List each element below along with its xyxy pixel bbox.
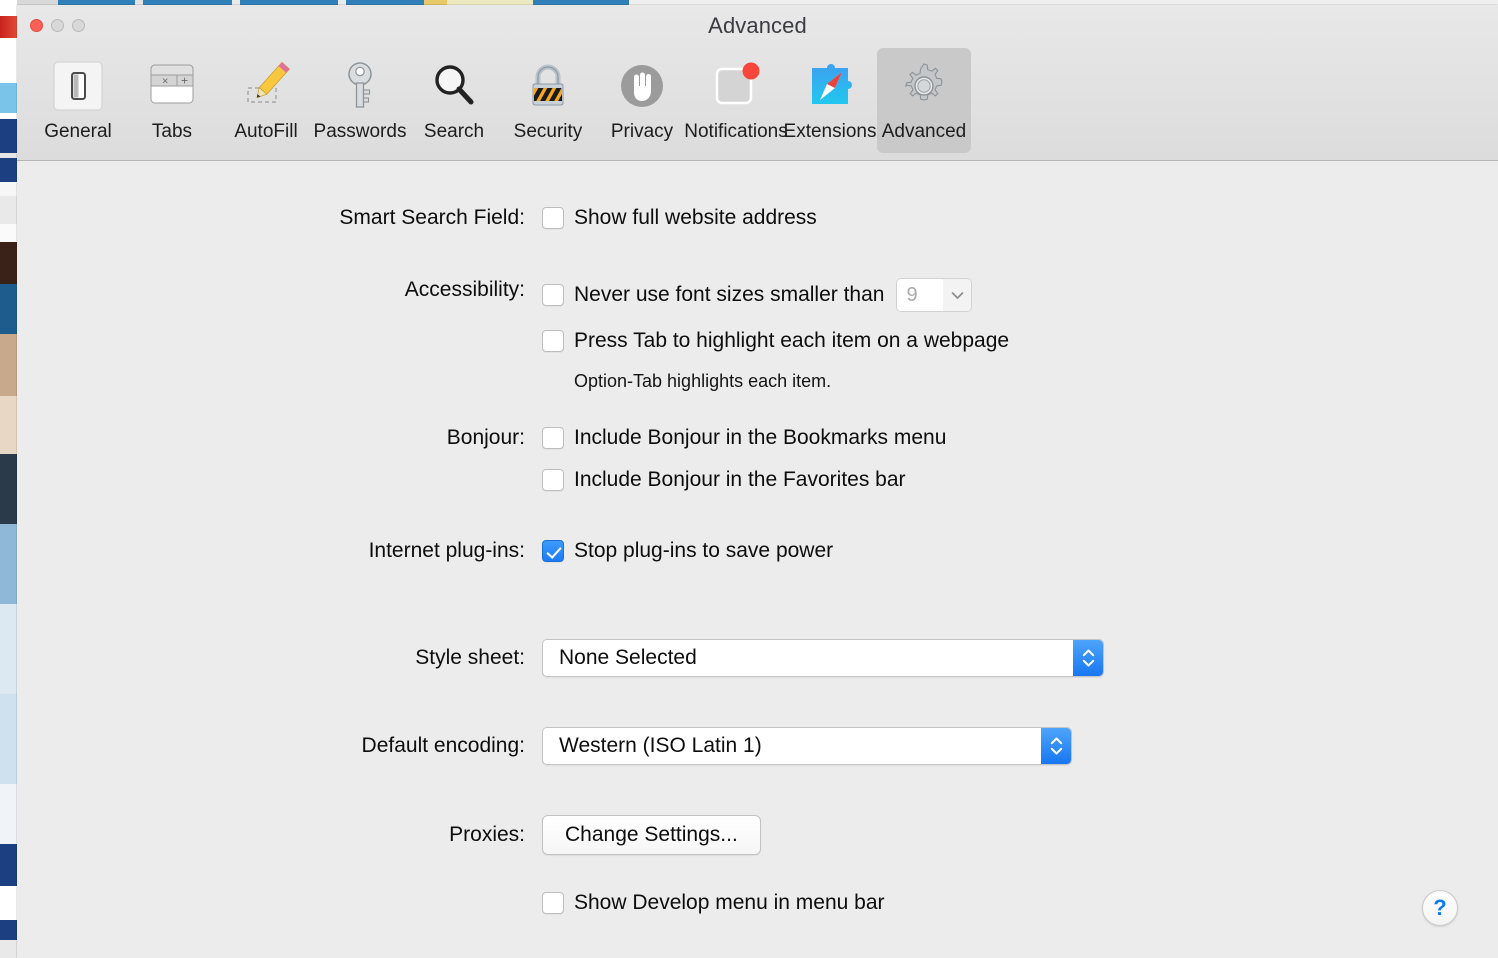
advanced-settings-pane: Smart Search Field: Show full website ad… <box>17 161 1498 958</box>
accessibility-hint: Option-Tab highlights each item. <box>574 371 832 391</box>
min-font-size-combo[interactable]: 9 <box>896 278 973 312</box>
label-proxies: Proxies: <box>449 823 525 846</box>
toolbar-item-extensions[interactable]: Extensions <box>783 48 877 153</box>
change-settings-button[interactable]: Change Settings... <box>542 815 761 855</box>
press-tab-label: Press Tab to highlight each item on a we… <box>574 329 1010 352</box>
toolbar-label-security: Security <box>513 121 583 142</box>
checkbox-row-press-tab[interactable]: Press Tab to highlight each item on a we… <box>542 329 1009 353</box>
puzzle-compass-icon <box>802 57 858 115</box>
min-font-size-label: Never use font sizes smaller than <box>574 283 885 306</box>
preferences-toolbar: General × + Tabs AutoFill Passwords Sear… <box>17 48 971 153</box>
label-smart-search-field: Smart Search Field: <box>339 206 525 229</box>
checkbox-row-bonjour-favorites[interactable]: Include Bonjour in the Favorites bar <box>542 468 946 492</box>
gear-icon <box>896 57 952 115</box>
toolbar-label-notifications: Notifications <box>684 121 788 142</box>
toolbar-item-general[interactable]: General <box>31 48 125 153</box>
label-internet-plugins: Internet plug-ins: <box>368 539 525 562</box>
label-accessibility: Accessibility: <box>404 278 525 301</box>
help-button[interactable]: ? <box>1422 890 1458 926</box>
window-titlebar: Advanced General × + Tabs AutoFill Passw… <box>17 5 1498 161</box>
toolbar-item-tabs[interactable]: × + Tabs <box>125 48 219 153</box>
toolbar-label-autofill: AutoFill <box>234 121 298 142</box>
toolbar-item-advanced[interactable]: Advanced <box>877 48 971 153</box>
popup-updown-arrows-icon[interactable] <box>1073 640 1103 676</box>
toolbar-label-advanced: Advanced <box>881 121 967 142</box>
default-encoding-popup[interactable]: Western (ISO Latin 1) <box>542 727 1072 765</box>
bonjour-bookmarks-label: Include Bonjour in the Bookmarks menu <box>574 426 947 449</box>
row-internet-plugins: Internet plug-ins: Stop plug-ins to save… <box>17 539 1167 563</box>
row-proxies: Proxies: Change Settings... <box>17 815 1167 855</box>
checkbox-row-show-full-address[interactable]: Show full website address <box>542 206 817 230</box>
bonjour-favorites-label: Include Bonjour in the Favorites bar <box>574 468 906 491</box>
default-encoding-value: Western (ISO Latin 1) <box>559 734 762 757</box>
notification-badge-icon <box>708 57 764 115</box>
general-switch-icon <box>50 57 106 115</box>
show-full-address-checkbox[interactable] <box>542 207 564 229</box>
safari-preferences-window: Advanced General × + Tabs AutoFill Passw… <box>17 5 1498 958</box>
min-font-size-value[interactable]: 9 <box>897 279 944 311</box>
toolbar-item-notifications[interactable]: Notifications <box>684 48 788 153</box>
checkbox-row-min-font-size[interactable]: Never use font sizes smaller than 9 <box>542 278 1009 312</box>
bonjour-bookmarks-checkbox[interactable] <box>542 427 564 449</box>
toolbar-label-general: General <box>44 121 112 142</box>
toolbar-item-privacy[interactable]: Privacy <box>595 48 689 153</box>
toolbar-label-search: Search <box>423 121 485 142</box>
toolbar-item-passwords[interactable]: Passwords <box>313 48 407 153</box>
min-font-size-checkbox[interactable] <box>542 284 564 306</box>
row-accessibility: Accessibility: Never use font sizes smal… <box>17 278 1217 392</box>
row-develop-menu: Show Develop menu in menu bar <box>542 891 885 915</box>
background-window-left-edge <box>0 0 17 958</box>
develop-menu-label: Show Develop menu in menu bar <box>574 891 885 914</box>
popup-updown-arrows-icon[interactable] <box>1041 728 1071 764</box>
checkbox-row-stop-plugins[interactable]: Stop plug-ins to save power <box>542 539 833 563</box>
toolbar-label-extensions: Extensions <box>783 121 877 142</box>
toolbar-label-passwords: Passwords <box>313 121 407 142</box>
toolbar-label-tabs: Tabs <box>151 121 193 142</box>
toolbar-item-autofill[interactable]: AutoFill <box>219 48 313 153</box>
show-full-address-label: Show full website address <box>574 206 817 229</box>
label-bonjour: Bonjour: <box>446 426 525 449</box>
magnifier-icon <box>426 57 482 115</box>
svg-text:×: × <box>162 76 168 88</box>
hand-icon <box>614 57 670 115</box>
toolbar-label-privacy: Privacy <box>610 121 674 142</box>
stop-plugins-label: Stop plug-ins to save power <box>574 539 834 562</box>
style-sheet-value: None Selected <box>559 646 697 669</box>
autofill-pencil-icon <box>238 57 294 115</box>
row-style-sheet: Style sheet: None Selected <box>17 639 1167 677</box>
press-tab-checkbox[interactable] <box>542 330 564 352</box>
stop-plugins-checkbox[interactable] <box>542 540 564 562</box>
tabs-icon: × + <box>144 57 200 115</box>
row-default-encoding: Default encoding: Western (ISO Latin 1) <box>17 727 1167 765</box>
label-default-encoding: Default encoding: <box>361 734 525 757</box>
toolbar-item-security[interactable]: Security <box>501 48 595 153</box>
row-bonjour: Bonjour: Include Bonjour in the Bookmark… <box>17 426 1167 492</box>
svg-text:+: + <box>181 74 188 88</box>
style-sheet-popup[interactable]: None Selected <box>542 639 1104 677</box>
window-title: Advanced <box>708 13 807 38</box>
key-icon <box>332 57 388 115</box>
checkbox-row-develop-menu[interactable]: Show Develop menu in menu bar <box>542 891 885 915</box>
toolbar-item-search[interactable]: Search <box>407 48 501 153</box>
chevron-down-icon[interactable] <box>943 279 972 311</box>
checkbox-row-bonjour-bookmarks[interactable]: Include Bonjour in the Bookmarks menu <box>542 426 946 450</box>
row-smart-search-field: Smart Search Field: Show full website ad… <box>17 206 1167 230</box>
label-style-sheet: Style sheet: <box>415 646 525 669</box>
develop-menu-checkbox[interactable] <box>542 892 564 914</box>
padlock-icon <box>520 57 576 115</box>
bonjour-favorites-checkbox[interactable] <box>542 469 564 491</box>
